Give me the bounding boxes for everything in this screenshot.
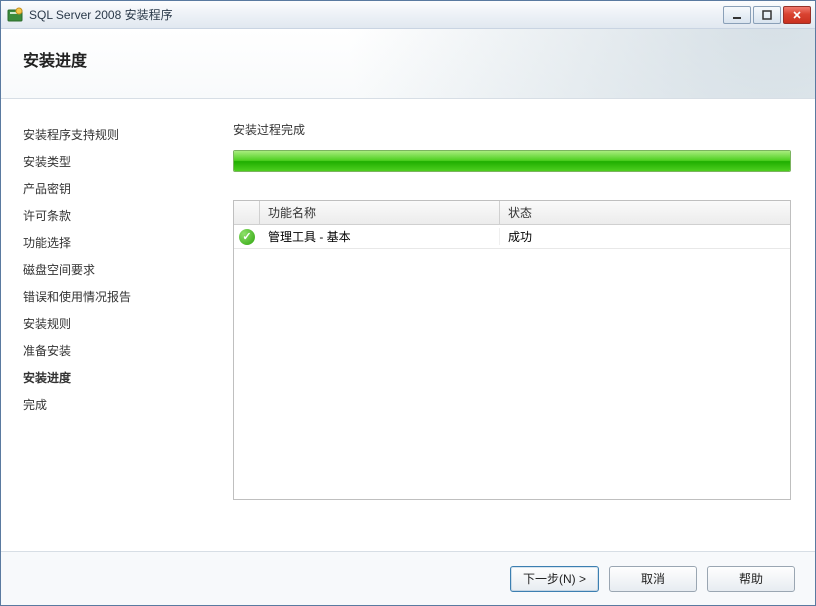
minimize-button[interactable]	[723, 6, 751, 24]
wizard-step: 错误和使用情况报告	[23, 283, 199, 310]
progress-bar-fill	[234, 151, 790, 171]
table-row: ✓ 管理工具 - 基本成功	[234, 225, 790, 249]
wizard-step: 安装进度	[23, 364, 199, 391]
help-button[interactable]: 帮助	[707, 566, 795, 592]
cancel-button[interactable]: 取消	[609, 566, 697, 592]
wizard-footer: 下一步(N) > 取消 帮助	[1, 551, 815, 605]
wizard-step: 安装类型	[23, 148, 199, 175]
page-header: 安装进度	[1, 29, 815, 99]
main-area: 安装程序支持规则安装类型产品密钥许可条款功能选择磁盘空间要求错误和使用情况报告安…	[1, 99, 815, 551]
table-header-icon-col	[234, 201, 260, 224]
results-table: 功能名称 状态 ✓ 管理工具 - 基本成功	[233, 200, 791, 500]
wizard-step: 准备安装	[23, 337, 199, 364]
wizard-step: 产品密钥	[23, 175, 199, 202]
row-feature-name: 管理工具 - 基本	[260, 228, 500, 245]
wizard-steps-sidebar: 安装程序支持规则安装类型产品密钥许可条款功能选择磁盘空间要求错误和使用情况报告安…	[1, 99, 209, 551]
install-status-text: 安装过程完成	[233, 121, 791, 138]
wizard-step: 完成	[23, 391, 199, 418]
wizard-step: 磁盘空间要求	[23, 256, 199, 283]
table-header-name: 功能名称	[260, 201, 500, 224]
close-button[interactable]	[783, 6, 811, 24]
app-icon	[7, 7, 23, 23]
next-button[interactable]: 下一步(N) >	[510, 566, 599, 592]
progress-bar	[233, 150, 791, 172]
wizard-step: 许可条款	[23, 202, 199, 229]
row-status-icon: ✓	[234, 229, 260, 245]
row-status-text: 成功	[500, 228, 790, 245]
wizard-step: 功能选择	[23, 229, 199, 256]
titlebar: SQL Server 2008 安装程序	[1, 1, 815, 29]
wizard-step: 安装规则	[23, 310, 199, 337]
maximize-button[interactable]	[753, 6, 781, 24]
table-header-status: 状态	[500, 201, 790, 224]
wizard-step: 安装程序支持规则	[23, 121, 199, 148]
page-heading: 安装进度	[23, 47, 815, 71]
table-header: 功能名称 状态	[234, 201, 790, 225]
window-controls	[723, 6, 811, 24]
content-panel: 安装过程完成 功能名称 状态 ✓ 管理工具 - 基本成功	[209, 99, 815, 551]
success-icon: ✓	[239, 229, 255, 245]
table-body: ✓ 管理工具 - 基本成功	[234, 225, 790, 499]
window-title: SQL Server 2008 安装程序	[29, 6, 173, 23]
